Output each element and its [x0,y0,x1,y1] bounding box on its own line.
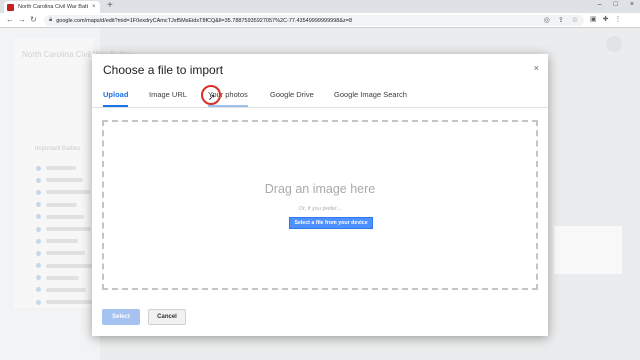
forward-icon[interactable]: → [18,15,26,24]
select-file-button[interactable]: Select a file from your device [289,217,373,229]
window-close-icon[interactable]: × [630,1,634,8]
location-icon[interactable]: ◎ [544,16,550,24]
extension-icon[interactable]: ▣ [590,15,597,23]
address-bar[interactable]: 🔒︎ google.com/maps/d/edit?mid=1F0exdryCA… [44,15,584,26]
tab-upload[interactable]: Upload [103,90,129,107]
bookmark-star-icon[interactable]: ☆ [572,16,578,24]
maps-favicon-icon [7,3,14,11]
pointer-cursor-icon: ➚ [208,92,216,102]
omnibox-icons: ◎ ⇪ ☆ [544,16,578,24]
extension-icons: ▣ ✚ ⋮ [590,15,622,23]
tab-close-icon[interactable]: × [92,4,96,10]
browser-tab-bar: North Carolina Civil War Battles × + – □… [0,0,640,13]
tab-image-url[interactable]: Image URL [149,90,187,105]
browser-toolbar: ← → ↻ 🔒︎ google.com/maps/d/edit?mid=1F0e… [0,13,640,28]
reload-icon[interactable]: ↻ [30,15,37,24]
drag-instruction: Drag an image here [264,182,376,196]
share-icon[interactable]: ⇪ [558,16,564,24]
puzzle-icon[interactable]: ✚ [603,15,609,23]
dialog-title: Choose a file to import [103,63,224,77]
back-icon[interactable]: ← [6,15,14,24]
minimize-icon[interactable]: – [598,1,602,8]
browser-tab[interactable]: North Carolina Civil War Battles × [4,1,100,13]
cancel-button[interactable]: Cancel [148,309,186,325]
url-text[interactable]: google.com/maps/d/edit?mid=1F0exdryCAmcT… [56,18,506,24]
close-icon[interactable]: × [534,63,539,73]
or-text: Or, if you prefer... [298,206,342,212]
import-tabs: Upload Image URL Your photos Google Driv… [92,86,548,108]
tab-title: North Carolina Civil War Battles [18,4,88,10]
window-controls: – □ × [598,1,634,8]
select-button[interactable]: Select [102,309,140,325]
import-dialog: Choose a file to import × Upload Image U… [92,54,548,336]
tab-google-image-search[interactable]: Google Image Search [334,90,407,105]
new-tab-button[interactable]: + [107,0,113,11]
menu-dots-icon[interactable]: ⋮ [615,15,622,23]
drop-zone[interactable]: Drag an image here Or, if you prefer... … [102,120,538,290]
maximize-icon[interactable]: □ [614,1,618,8]
tab-google-drive[interactable]: Google Drive [270,90,314,105]
lock-icon: 🔒︎ [49,17,53,23]
